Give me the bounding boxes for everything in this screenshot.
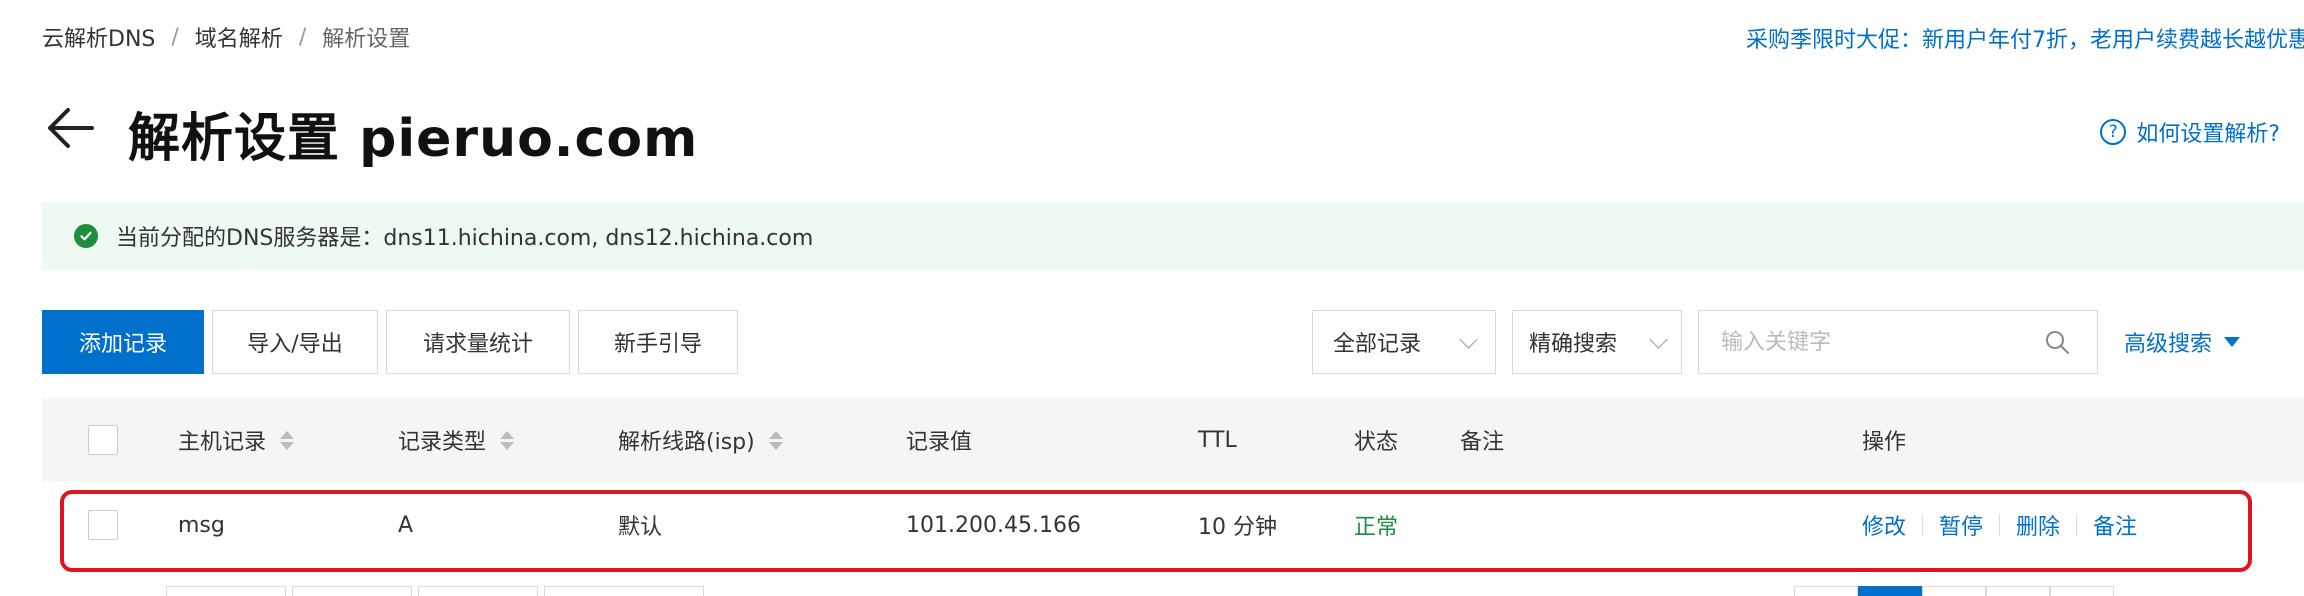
- breadcrumb-item-dns[interactable]: 云解析DNS: [42, 21, 155, 53]
- advanced-search-button[interactable]: 高级搜索: [2124, 326, 2241, 358]
- import-export-button[interactable]: 导入/导出: [212, 310, 378, 374]
- row-highlight-annotation: [60, 490, 2252, 572]
- batch-action-button[interactable]: [166, 586, 286, 596]
- promo-link[interactable]: 采购季限时大促：新用户年付7折，老用户续费越长越优惠: [1746, 22, 2304, 54]
- search-box: [1698, 310, 2098, 374]
- pagination-button[interactable]: [2050, 586, 2114, 596]
- column-type[interactable]: 记录类型: [398, 398, 515, 482]
- check-circle-icon: [74, 224, 98, 248]
- chevron-down-icon: [1459, 329, 1478, 349]
- record-filter-select[interactable]: 全部记录: [1312, 310, 1496, 374]
- breadcrumb-separator: /: [171, 24, 179, 50]
- breadcrumb: 云解析DNS / 域名解析 / 解析设置: [42, 21, 411, 53]
- batch-action-button[interactable]: [544, 586, 704, 596]
- select-all-checkbox[interactable]: [88, 425, 118, 455]
- pagination-button[interactable]: [1986, 586, 2050, 596]
- sort-icon[interactable]: [500, 430, 515, 450]
- column-remark: 备注: [1460, 430, 1505, 455]
- search-input[interactable]: [1699, 328, 2037, 356]
- column-ttl: TTL: [1198, 427, 1237, 453]
- request-stats-button[interactable]: 请求量统计: [386, 310, 570, 374]
- column-status: 状态: [1354, 430, 1399, 455]
- table-header: 主机记录 记录类型 解析线路(isp) 记录值 TTL 状态 备注 操作: [42, 398, 2304, 482]
- column-actions: 操作: [1862, 430, 1907, 455]
- question-circle-icon: ?: [2100, 119, 2127, 145]
- page-title: 解析设置 pieruo.com: [128, 109, 699, 169]
- breadcrumb-item-current: 解析设置: [322, 27, 411, 52]
- search-mode-select[interactable]: 精确搜索: [1512, 310, 1682, 374]
- breadcrumb-item-domains[interactable]: 域名解析: [195, 21, 283, 53]
- select-all-checkbox-cell: [88, 398, 118, 482]
- record-filter-value: 全部记录: [1333, 332, 1422, 357]
- breadcrumb-separator: /: [298, 24, 307, 50]
- dns-server-notice: 当前分配的DNS服务器是：dns11.hichina.com, dns12.hi…: [42, 202, 2304, 270]
- column-host-label: 主机记录: [178, 430, 267, 455]
- advanced-search-label: 高级搜索: [2124, 332, 2213, 357]
- search-mode-value: 精确搜索: [1529, 332, 1618, 357]
- back-arrow-icon[interactable]: [42, 100, 98, 156]
- pagination-button[interactable]: [1794, 586, 1858, 596]
- column-type-label: 记录类型: [398, 430, 487, 455]
- notice-text: 当前分配的DNS服务器是：dns11.hichina.com, dns12.hi…: [116, 226, 814, 251]
- help-link-label: 如何设置解析?: [2136, 122, 2280, 147]
- column-value: 记录值: [906, 430, 973, 455]
- column-line[interactable]: 解析线路(isp): [618, 398, 783, 482]
- column-host[interactable]: 主机记录: [178, 398, 295, 482]
- caret-down-icon: [2224, 337, 2241, 347]
- sort-icon[interactable]: [768, 430, 783, 450]
- add-record-button[interactable]: 添加记录: [42, 310, 204, 374]
- chevron-down-icon: [1649, 329, 1668, 349]
- help-link[interactable]: ? 如何设置解析?: [2100, 116, 2280, 148]
- batch-action-button[interactable]: [418, 586, 538, 596]
- search-icon[interactable]: [2037, 322, 2077, 362]
- guide-button[interactable]: 新手引导: [578, 310, 738, 374]
- batch-action-button[interactable]: [292, 586, 412, 596]
- pagination-button[interactable]: [1922, 586, 1986, 596]
- column-line-label: 解析线路(isp): [618, 430, 755, 455]
- sort-icon[interactable]: [280, 430, 295, 450]
- pagination-current-page[interactable]: [1858, 586, 1922, 596]
